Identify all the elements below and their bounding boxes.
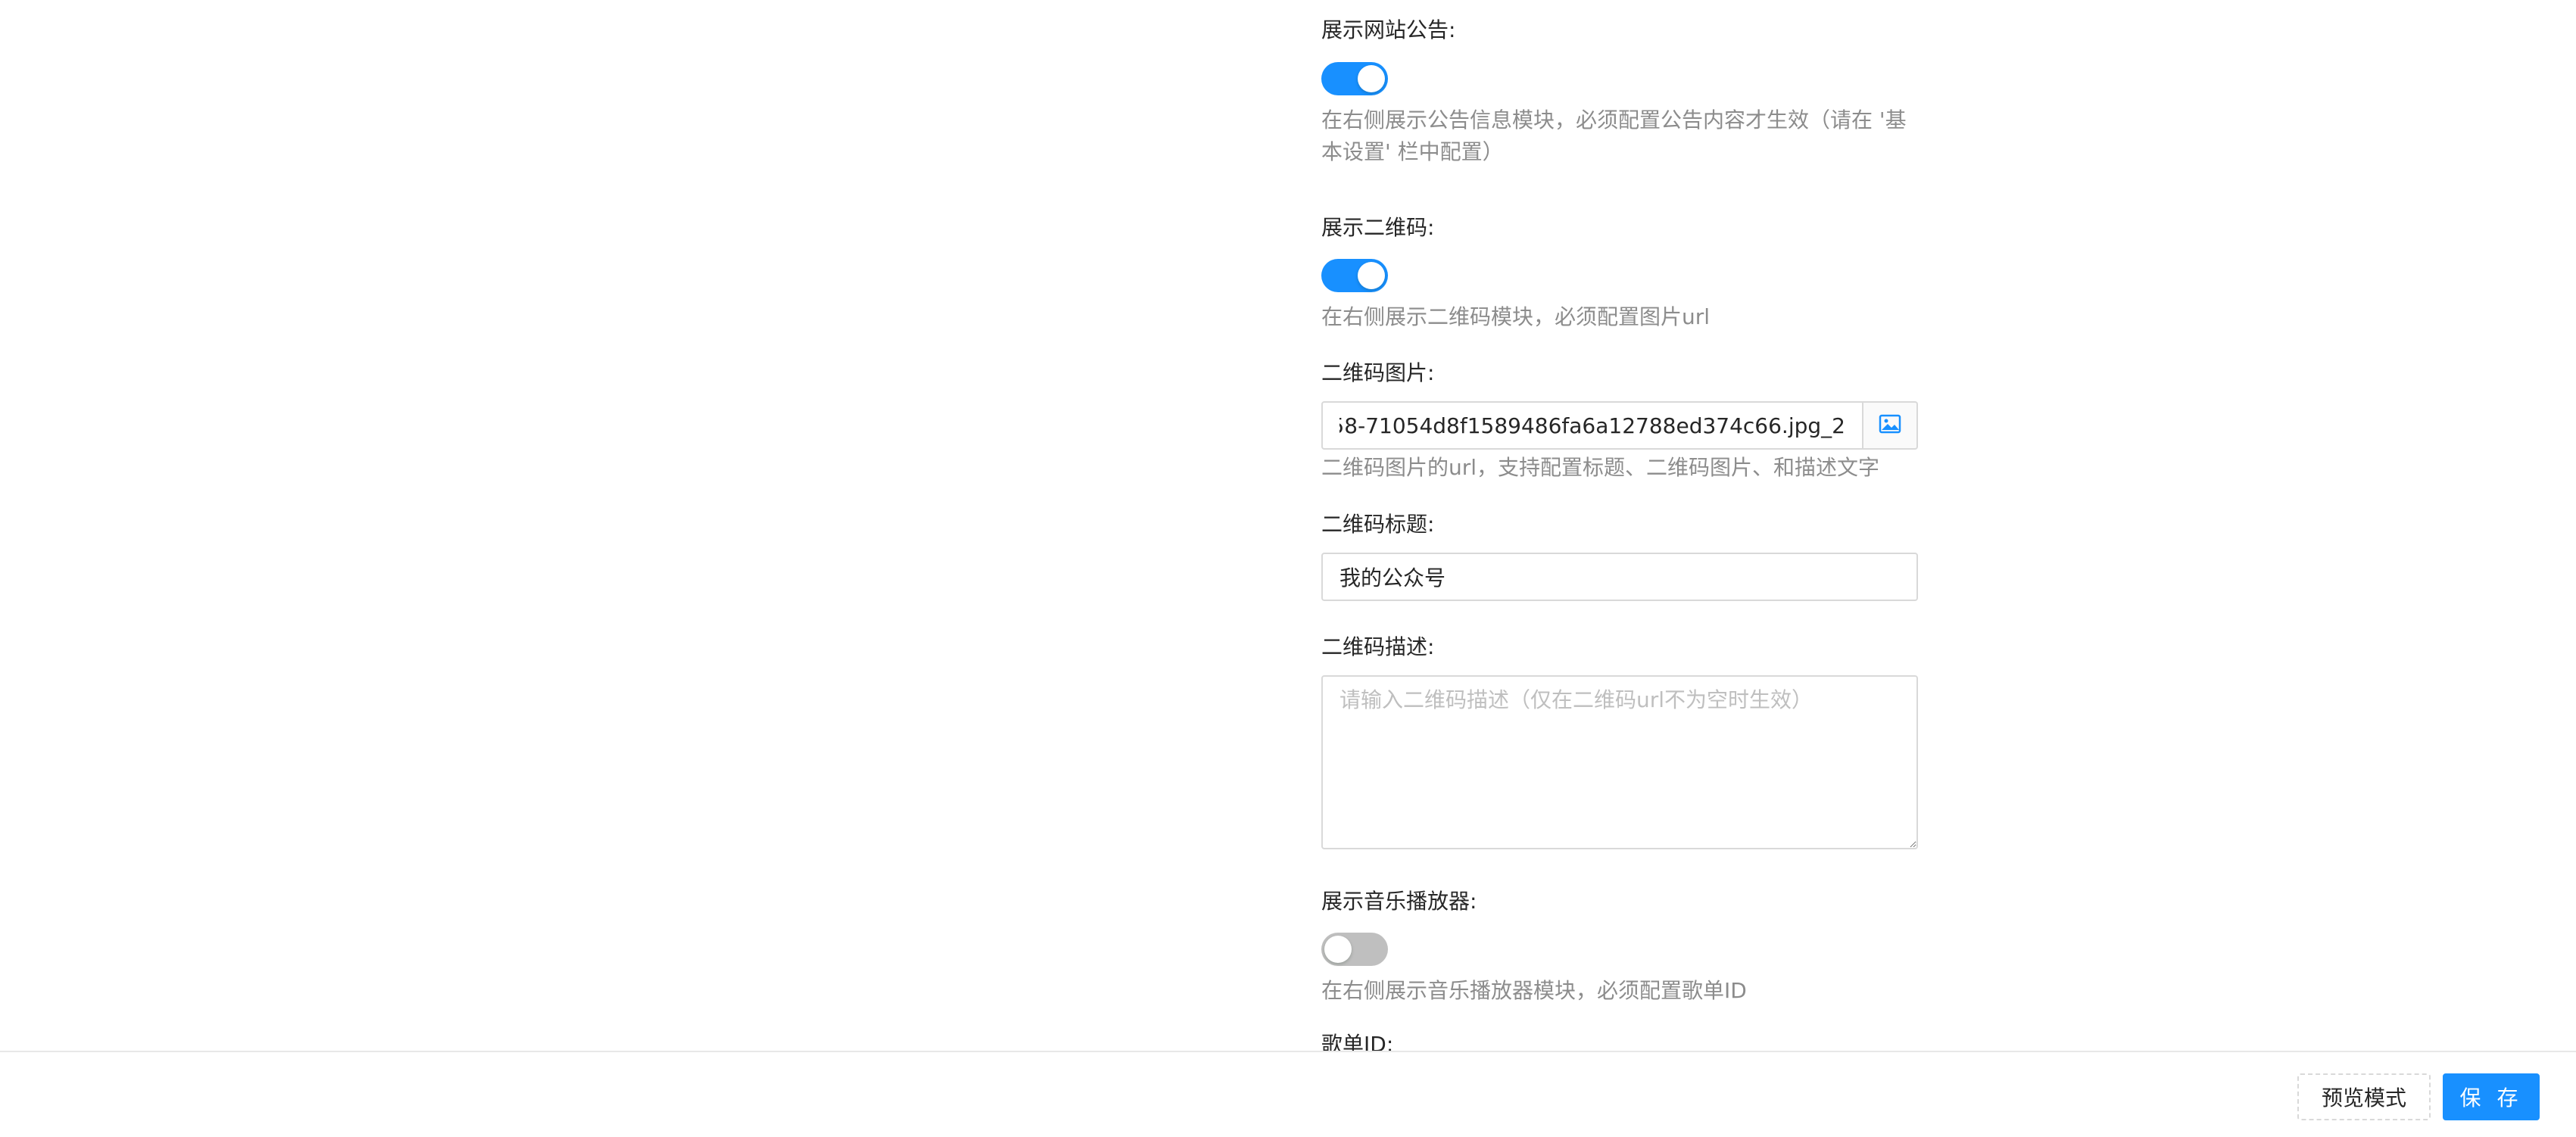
music-player-help: 在右侧展示音乐播放器模块，必须配置歌单ID (1321, 978, 1747, 1003)
preview-mode-button[interactable]: 预览模式 (2297, 1073, 2431, 1120)
save-button[interactable]: 保 存 (2443, 1073, 2540, 1120)
announcement-switch[interactable] (1321, 62, 1388, 95)
qrcode-title-input[interactable] (1321, 553, 1918, 601)
footer-bar: 预览模式 保 存 (0, 1051, 2576, 1137)
image-icon (1879, 414, 1901, 437)
qrcode-label: 展示二维码: (1321, 215, 1435, 240)
announcement-label: 展示网站公告: (1321, 17, 1456, 42)
switch-knob (1324, 936, 1352, 963)
playlist-id-label: 歌单ID: (1321, 1032, 1394, 1051)
qrcode-desc-label: 二维码描述: (1321, 634, 1435, 659)
music-player-label: 展示音乐播放器: (1321, 889, 1477, 914)
qrcode-title-label: 二维码标题: (1321, 512, 1435, 537)
qrcode-desc-textarea[interactable] (1321, 675, 1918, 849)
qrcode-switch[interactable] (1321, 259, 1388, 292)
switch-knob (1358, 65, 1385, 92)
announcement-help: 在右侧展示公告信息模块，必须配置公告内容才生效（请在 '基本设置' 栏中配置） (1321, 107, 1907, 164)
qrcode-image-label: 二维码图片: (1321, 360, 1435, 385)
qrcode-image-input[interactable] (1321, 401, 1863, 450)
music-player-switch[interactable] (1321, 933, 1388, 966)
image-picker-button[interactable] (1863, 401, 1918, 450)
qrcode-image-input-group (1321, 401, 1918, 450)
playlist-id-row: 歌单ID: (1321, 1030, 1624, 1051)
qrcode-help: 在右侧展示二维码模块，必须配置图片url (1321, 304, 1711, 329)
qrcode-image-help: 二维码图片的url，支持配置标题、二维码图片、和描述文字 (1321, 455, 1880, 480)
switch-knob (1358, 262, 1385, 289)
